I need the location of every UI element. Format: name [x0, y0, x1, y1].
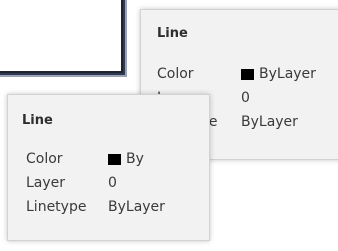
color-swatch-icon	[241, 68, 254, 80]
row-value: By	[108, 151, 144, 167]
tooltip-row-color: Color By	[26, 147, 165, 171]
row-label: Color	[26, 151, 63, 167]
tooltip-row-layer: Layer 0	[26, 171, 165, 195]
color-value-text: By	[126, 151, 144, 167]
selected-rectangle-object[interactable]	[0, 0, 123, 73]
row-value: ByLayer	[241, 66, 316, 82]
tooltip-row-linetype: Linetype ByLayer	[26, 195, 165, 219]
tooltip-row-color: Color ByLayer	[157, 62, 316, 86]
row-label: Linetype	[26, 199, 87, 215]
tooltip-title: Line	[157, 26, 188, 41]
row-value: 0	[241, 90, 250, 106]
row-label: Color	[157, 66, 194, 82]
row-value: ByLayer	[241, 114, 298, 130]
tooltip-title: Line	[22, 113, 53, 128]
line-properties-tooltip-front: Line Color By Layer 0 Linetype ByLayer	[7, 94, 210, 241]
color-swatch-icon	[108, 153, 121, 165]
row-label: Layer	[26, 175, 66, 191]
row-value: ByLayer	[108, 199, 165, 215]
color-value-text: ByLayer	[259, 66, 316, 82]
row-value: 0	[108, 175, 117, 191]
